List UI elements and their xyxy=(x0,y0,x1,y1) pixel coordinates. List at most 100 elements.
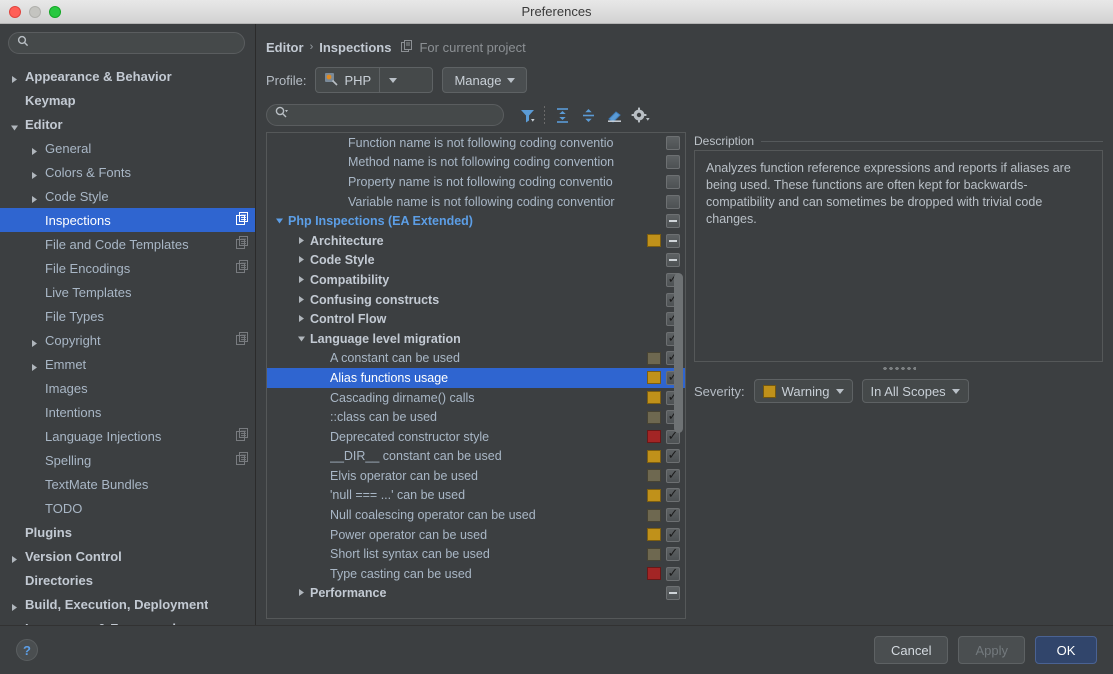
inspection-row[interactable]: __DIR__ constant can be used xyxy=(267,447,685,467)
sidebar-item-live-templates[interactable]: Live Templates xyxy=(0,280,255,304)
inspection-row[interactable]: A constant can be used xyxy=(267,349,685,369)
sidebar-item-language-injections[interactable]: Language Injections xyxy=(0,424,255,448)
inspection-checkbox[interactable] xyxy=(666,488,680,503)
inspection-row[interactable]: 'null === ...' can be used xyxy=(267,486,685,506)
chevron-down-icon[interactable] xyxy=(10,120,19,130)
expand-all-icon[interactable] xyxy=(549,102,575,128)
inspection-row[interactable]: Performance xyxy=(267,584,685,604)
sidebar-item-spelling[interactable]: Spelling xyxy=(0,448,255,472)
inspection-checkbox[interactable] xyxy=(666,586,680,601)
chevron-right-icon[interactable] xyxy=(297,253,306,267)
inspection-row[interactable]: Method name is not following coding conv… xyxy=(267,153,685,173)
inspection-checkbox[interactable] xyxy=(666,527,680,542)
sidebar-item-file-types[interactable]: File Types xyxy=(0,304,255,328)
inspection-row[interactable]: ::class can be used xyxy=(267,407,685,427)
inspection-checkbox[interactable] xyxy=(666,214,680,229)
inspection-checkbox[interactable] xyxy=(666,449,680,464)
inspection-row[interactable]: Power operator can be used xyxy=(267,525,685,545)
inspection-checkbox[interactable] xyxy=(666,468,680,483)
gear-icon[interactable] xyxy=(627,102,653,128)
inspection-row[interactable]: Variable name is not following coding co… xyxy=(267,192,685,212)
inspection-row[interactable]: Compatibility xyxy=(267,270,685,290)
inspection-row[interactable]: Cascading dirname() calls xyxy=(267,388,685,408)
scope-combobox[interactable]: In All Scopes xyxy=(861,379,969,403)
chevron-right-icon[interactable] xyxy=(297,234,306,248)
filter-icon[interactable] xyxy=(514,102,540,128)
breadcrumb-parent[interactable]: Editor xyxy=(266,40,304,55)
sidebar-item-intentions[interactable]: Intentions xyxy=(0,400,255,424)
sidebar-search-input[interactable] xyxy=(34,36,236,50)
inspection-row[interactable]: Short list syntax can be used xyxy=(267,544,685,564)
inspection-row[interactable]: Function name is not following coding co… xyxy=(267,133,685,153)
inspection-row[interactable]: Deprecated constructor style xyxy=(267,427,685,447)
inspection-checkbox[interactable] xyxy=(666,233,680,248)
sidebar-item-appearance-behavior[interactable]: Appearance & Behavior xyxy=(0,64,255,88)
sidebar-item-plugins[interactable]: Plugins xyxy=(0,520,255,544)
reset-icon[interactable] xyxy=(601,102,627,128)
inspection-row[interactable]: Alias functions usage xyxy=(267,368,685,388)
sidebar-item-colors-fonts[interactable]: Colors & Fonts xyxy=(0,160,255,184)
inspection-checkbox[interactable] xyxy=(666,155,680,170)
inspection-checkbox[interactable] xyxy=(666,135,680,150)
sidebar-item-images[interactable]: Images xyxy=(0,376,255,400)
inspection-row[interactable]: Control Flow xyxy=(267,309,685,329)
inspection-filter-input[interactable] xyxy=(292,108,495,122)
chevron-right-icon[interactable] xyxy=(297,586,306,600)
inspection-checkbox[interactable] xyxy=(666,547,680,562)
inspection-checkbox[interactable] xyxy=(666,253,680,268)
sidebar-item-languages-frameworks[interactable]: Languages & Frameworks xyxy=(0,616,255,626)
sidebar-item-keymap[interactable]: Keymap xyxy=(0,88,255,112)
sidebar-item-build-execution-deployment[interactable]: Build, Execution, Deployment xyxy=(0,592,255,616)
sidebar-item-copyright[interactable]: Copyright xyxy=(0,328,255,352)
inspection-row[interactable]: Architecture xyxy=(267,231,685,251)
chevron-right-icon[interactable] xyxy=(10,72,19,83)
profile-dropdown-arrow[interactable] xyxy=(379,68,405,92)
chevron-down-icon[interactable] xyxy=(275,214,284,228)
chevron-right-icon[interactable] xyxy=(30,168,39,179)
inspection-row[interactable]: Elvis operator can be used xyxy=(267,466,685,486)
chevron-right-icon[interactable] xyxy=(297,293,306,307)
inspection-checkbox[interactable] xyxy=(666,194,680,209)
sidebar-item-code-style[interactable]: Code Style xyxy=(0,184,255,208)
chevron-right-icon[interactable] xyxy=(297,312,306,326)
sidebar-item-editor[interactable]: Editor xyxy=(0,112,255,136)
sidebar-item-textmate-bundles[interactable]: TextMate Bundles xyxy=(0,472,255,496)
help-button[interactable]: ? xyxy=(16,639,38,661)
profile-combobox[interactable]: PHP xyxy=(315,67,434,93)
sidebar-item-general[interactable]: General xyxy=(0,136,255,160)
sidebar-search-box[interactable] xyxy=(8,32,245,54)
manage-button[interactable]: Manage xyxy=(442,67,528,93)
chevron-right-icon[interactable] xyxy=(30,192,39,203)
chevron-down-icon[interactable] xyxy=(297,332,306,346)
chevron-right-icon[interactable] xyxy=(30,336,39,347)
chevron-right-icon[interactable] xyxy=(297,273,306,287)
inspection-checkbox[interactable] xyxy=(666,566,680,581)
inspection-row[interactable]: Type casting can be used xyxy=(267,564,685,584)
collapse-all-icon[interactable] xyxy=(575,102,601,128)
inspection-checkbox[interactable] xyxy=(666,174,680,189)
sidebar-item-emmet[interactable]: Emmet xyxy=(0,352,255,376)
chevron-right-icon[interactable] xyxy=(30,144,39,155)
apply-button[interactable]: Apply xyxy=(958,636,1025,664)
sidebar-item-inspections[interactable]: Inspections xyxy=(0,208,255,232)
chevron-right-icon[interactable] xyxy=(30,360,39,371)
inspection-checkbox[interactable] xyxy=(666,508,680,523)
inspection-row[interactable]: Code Style xyxy=(267,251,685,271)
sidebar-item-file-and-code-templates[interactable]: File and Code Templates xyxy=(0,232,255,256)
inspection-row[interactable]: Null coalescing operator can be used xyxy=(267,505,685,525)
severity-combobox[interactable]: Warning xyxy=(753,379,853,403)
inspections-scrollbar[interactable] xyxy=(674,273,683,433)
chevron-right-icon[interactable] xyxy=(10,600,19,611)
sidebar-item-directories[interactable]: Directories xyxy=(0,568,255,592)
cancel-button[interactable]: Cancel xyxy=(874,636,949,664)
sidebar-item-version-control[interactable]: Version Control xyxy=(0,544,255,568)
sidebar-item-todo[interactable]: TODO xyxy=(0,496,255,520)
resize-grip[interactable] xyxy=(881,366,916,371)
ok-button[interactable]: OK xyxy=(1035,636,1097,664)
inspection-row[interactable]: Property name is not following coding co… xyxy=(267,172,685,192)
inspection-row[interactable]: Php Inspections (EA Extended) xyxy=(267,211,685,231)
inspection-filter-box[interactable] xyxy=(266,104,504,126)
inspection-row[interactable]: Language level migration xyxy=(267,329,685,349)
sidebar-item-file-encodings[interactable]: File Encodings xyxy=(0,256,255,280)
inspection-row[interactable]: Confusing constructs xyxy=(267,290,685,310)
